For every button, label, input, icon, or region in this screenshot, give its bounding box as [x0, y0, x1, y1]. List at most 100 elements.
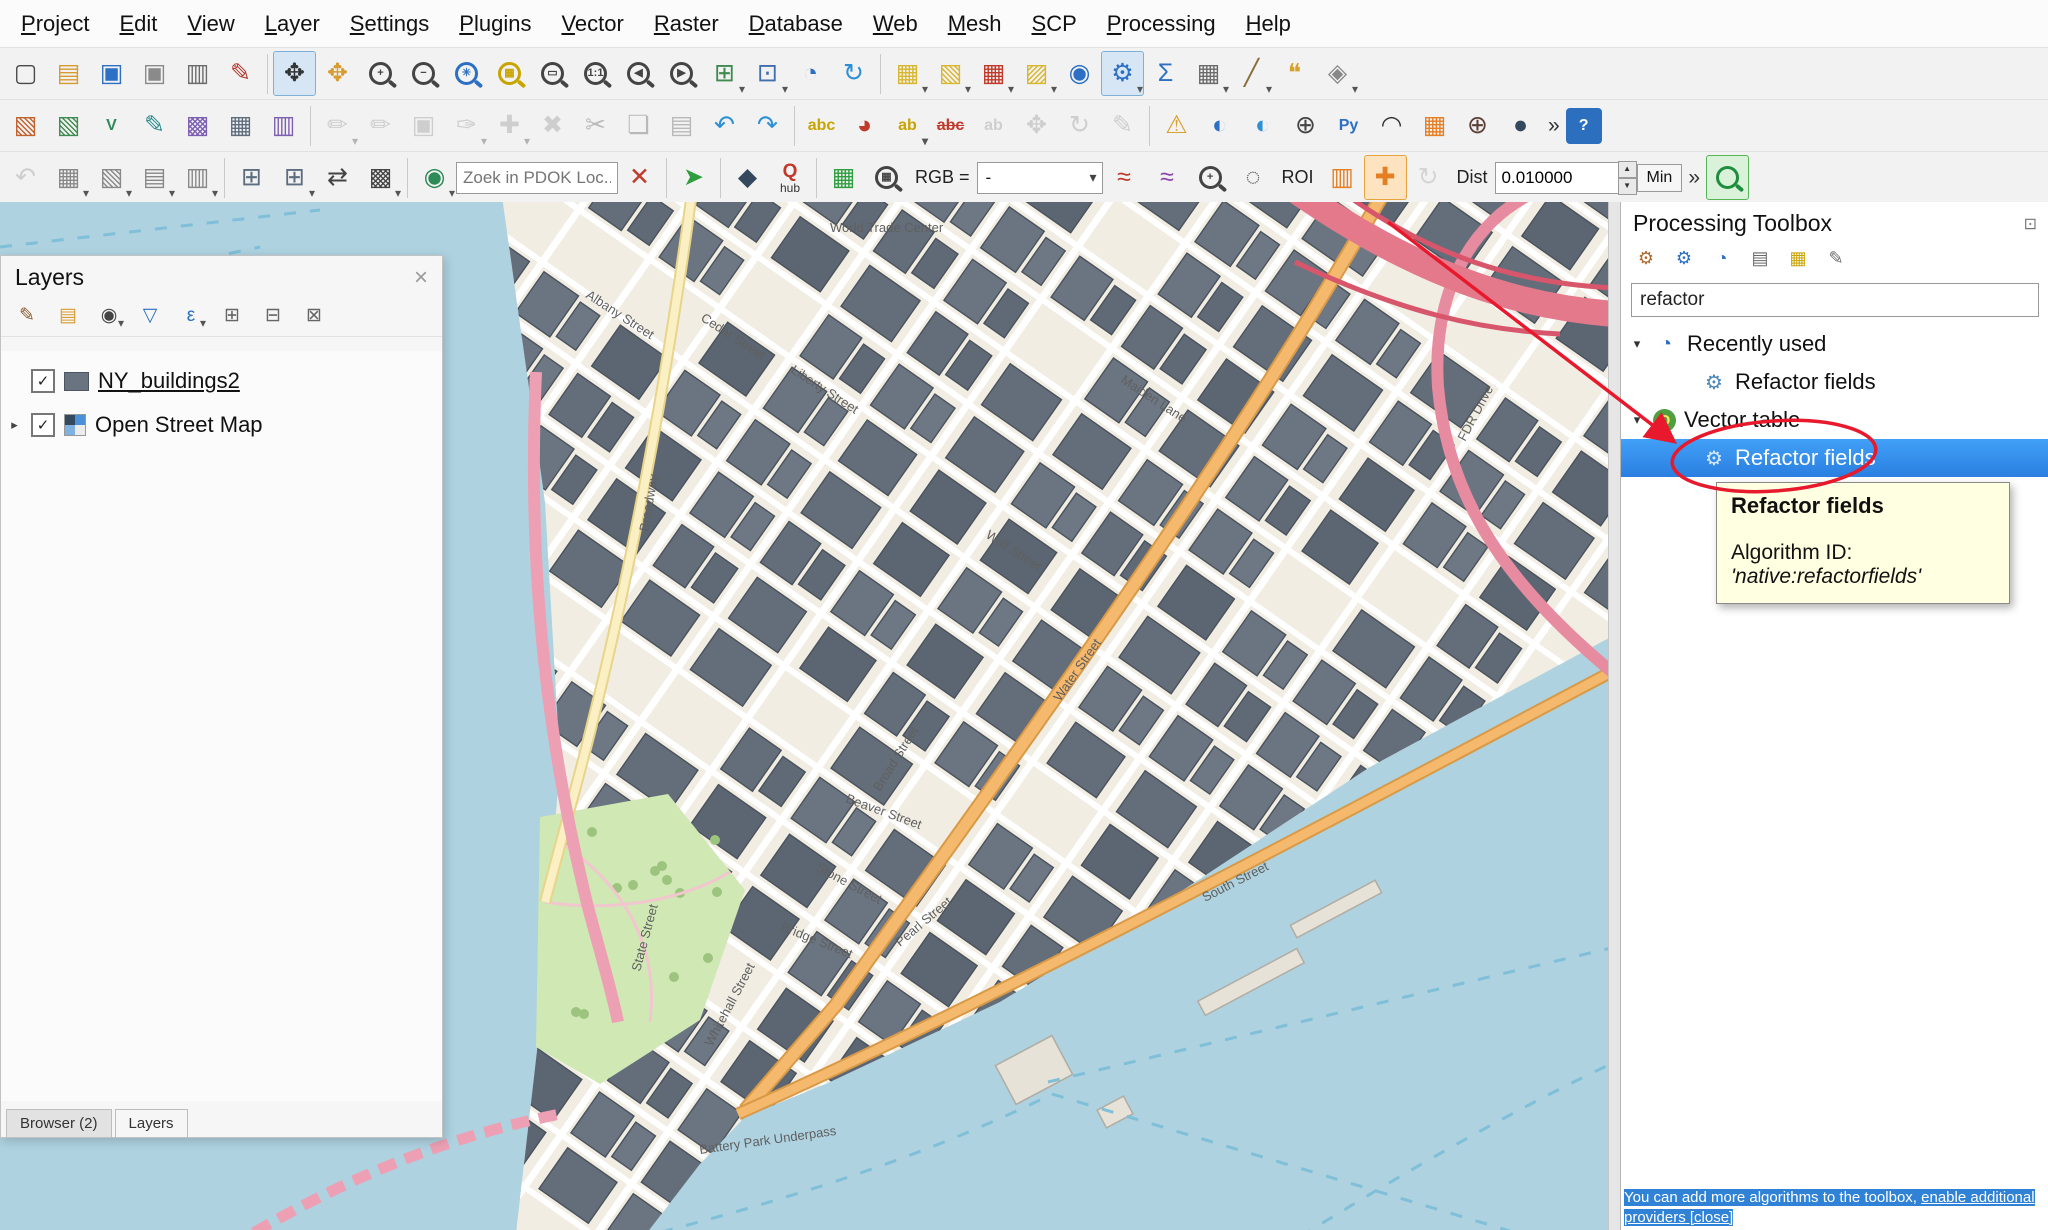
- zoom-to-selection-icon[interactable]: ▦: [488, 51, 531, 96]
- python-console-icon[interactable]: Py: [1327, 103, 1370, 148]
- save-layer-edits-icon[interactable]: ▣: [402, 103, 445, 148]
- manage-map-themes-icon[interactable]: ◉▾: [93, 300, 125, 330]
- sac-search-icon[interactable]: [1706, 155, 1749, 200]
- run-model-icon[interactable]: ⚙: [1669, 244, 1699, 272]
- zoom-plus-icon[interactable]: +: [1189, 155, 1232, 200]
- zoom-raster-icon[interactable]: ▦: [865, 155, 908, 200]
- bookmark-icon[interactable]: ⊡▾: [746, 51, 789, 96]
- data-source-manager-icon[interactable]: ▧: [4, 103, 47, 148]
- tree-caret-icon[interactable]: ▾: [1629, 336, 1645, 352]
- change-label-icon[interactable]: ✎: [1101, 103, 1144, 148]
- select-features-icon[interactable]: ▦▾: [886, 51, 929, 96]
- color-table-icon[interactable]: ▦: [822, 155, 865, 200]
- close-link[interactable]: [close]: [1686, 1209, 1734, 1226]
- menu-web[interactable]: Web: [858, 6, 933, 42]
- select-overlap-icon[interactable]: ▧▾: [90, 155, 133, 200]
- cut-features-icon[interactable]: ✂: [574, 103, 617, 148]
- results-viewer-icon[interactable]: ▤: [1745, 244, 1775, 272]
- layout-manager-icon[interactable]: ▥: [176, 51, 219, 96]
- digitize-tool-icon[interactable]: ✑▾: [445, 103, 488, 148]
- zoom-full-extent-icon[interactable]: ✳: [445, 51, 488, 96]
- redo-classification-icon[interactable]: ↻: [1407, 155, 1450, 200]
- run-feature-action-icon[interactable]: ⚙▾: [1101, 51, 1144, 96]
- menu-mesh[interactable]: Mesh: [933, 6, 1017, 42]
- toggle-editing-icon[interactable]: ✏: [359, 103, 402, 148]
- globe-plugin-icon[interactable]: ●: [1499, 103, 1542, 148]
- menu-project[interactable]: Project: [6, 6, 104, 42]
- pan-to-selection-icon[interactable]: ✥: [316, 51, 359, 96]
- layer-visibility-checkbox[interactable]: ✓: [31, 369, 55, 393]
- vertex-tool-icon[interactable]: ✚▾: [488, 103, 531, 148]
- expand-all-icon[interactable]: ⊞: [216, 300, 248, 330]
- statistics-icon[interactable]: Σ: [1144, 51, 1187, 96]
- processing-search-input[interactable]: [1631, 283, 2039, 317]
- open-attribute-table-icon[interactable]: ▦▾: [1187, 51, 1230, 96]
- highlight-labels-icon[interactable]: ab: [972, 103, 1015, 148]
- check-geometry-icon[interactable]: ⚠: [1155, 103, 1198, 148]
- search-layers-icon[interactable]: ⊕: [1284, 103, 1327, 148]
- new-map-view-icon[interactable]: ⊞▾: [703, 51, 746, 96]
- zoom-native-icon[interactable]: 1:1: [574, 51, 617, 96]
- layer-visibility-checkbox[interactable]: ✓: [31, 413, 55, 437]
- menu-help[interactable]: Help: [1231, 6, 1306, 42]
- no-labels-icon[interactable]: abc: [929, 103, 972, 148]
- share-icon[interactable]: ➤: [672, 155, 715, 200]
- filter-legend-icon[interactable]: ▽: [134, 300, 166, 330]
- menu-edit[interactable]: Edit: [104, 6, 172, 42]
- histogram-red-icon[interactable]: ≈: [1103, 155, 1146, 200]
- move-label-icon[interactable]: ✥: [1015, 103, 1058, 148]
- layer-group-icon[interactable]: ▥▾: [176, 155, 219, 200]
- tab-browser-2[interactable]: Browser (2): [6, 1109, 112, 1137]
- new-project-icon[interactable]: ▢: [4, 51, 47, 96]
- binoculars-icon[interactable]: ⊕: [1456, 103, 1499, 148]
- add-vector-layer-icon[interactable]: ▧: [47, 103, 90, 148]
- menu-raster[interactable]: Raster: [639, 6, 734, 42]
- layer-labeling-icon[interactable]: abc: [800, 103, 843, 148]
- roi-dot-icon[interactable]: ◌: [1232, 155, 1275, 200]
- tab-layers[interactable]: Layers: [115, 1109, 188, 1137]
- qgis-hub-icon[interactable]: Qhub: [769, 155, 811, 201]
- scp-plugin-icon[interactable]: ▦: [1413, 103, 1456, 148]
- close-icon[interactable]: ×: [414, 266, 428, 290]
- tree-item-vector-table[interactable]: ▾QVector table: [1621, 401, 2048, 439]
- filter-expression-icon[interactable]: ε▾: [175, 300, 207, 330]
- distance-input-spinner[interactable]: ▲▼: [1618, 161, 1637, 195]
- open-layer-styling-icon[interactable]: ✎: [11, 300, 43, 330]
- distance-input[interactable]: [1495, 162, 1619, 194]
- menu-settings[interactable]: Settings: [335, 6, 445, 42]
- refresh-map-icon[interactable]: ↻: [832, 51, 875, 96]
- add-group-icon[interactable]: ▤: [52, 300, 84, 330]
- histogram-violet-icon[interactable]: ≈: [1146, 155, 1189, 200]
- collapse-all-icon[interactable]: ⊟: [257, 300, 289, 330]
- help-icon[interactable]: ?: [1566, 108, 1602, 144]
- menu-database[interactable]: Database: [734, 6, 858, 42]
- band-swap-icon[interactable]: ⇄: [316, 155, 359, 200]
- delete-selected-icon[interactable]: ✖: [531, 103, 574, 148]
- min-label[interactable]: Min: [1637, 164, 1683, 192]
- menu-view[interactable]: View: [172, 6, 249, 42]
- new-shapefile-layer-icon[interactable]: V: [90, 103, 133, 148]
- pan-map-icon[interactable]: ✥: [273, 51, 316, 96]
- providers-link[interactable]: providers: [1624, 1209, 1686, 1226]
- menu-layer[interactable]: Layer: [250, 6, 335, 42]
- new-geopackage-layer-icon[interactable]: ✎: [133, 103, 176, 148]
- tree-item-refactor-fields[interactable]: ⚙Refactor fields: [1621, 439, 2048, 477]
- save-project-icon[interactable]: ▣: [90, 51, 133, 96]
- add-roi-icon[interactable]: ✚: [1364, 155, 1407, 200]
- zoom-last-icon[interactable]: ◀: [617, 51, 660, 96]
- zoom-to-layer-icon[interactable]: ▭: [531, 51, 574, 96]
- web-service-icon[interactable]: ◐: [1241, 103, 1284, 148]
- menu-plugins[interactable]: Plugins: [444, 6, 546, 42]
- save-project-as-icon[interactable]: ▣: [133, 51, 176, 96]
- annotation-icon[interactable]: ◈▾: [1316, 51, 1359, 96]
- shield-badge-icon[interactable]: ◆: [726, 155, 769, 200]
- raster-matrix-icon[interactable]: ⊞: [230, 155, 273, 200]
- select-all-features-icon[interactable]: ▨▾: [1015, 51, 1058, 96]
- open-project-icon[interactable]: ▤: [47, 51, 90, 96]
- layer-item-ny-buildings2[interactable]: ✓NY_buildings2: [7, 359, 436, 403]
- tree-item-recently-used[interactable]: ▾◔Recently used: [1621, 325, 2048, 363]
- style-manager-icon[interactable]: ✎: [219, 51, 262, 96]
- layer-expander-icon[interactable]: ▸: [7, 417, 22, 433]
- add-mesh-layer-icon[interactable]: ▥: [262, 103, 305, 148]
- toolbar-overflow2-icon[interactable]: »: [1688, 166, 1700, 190]
